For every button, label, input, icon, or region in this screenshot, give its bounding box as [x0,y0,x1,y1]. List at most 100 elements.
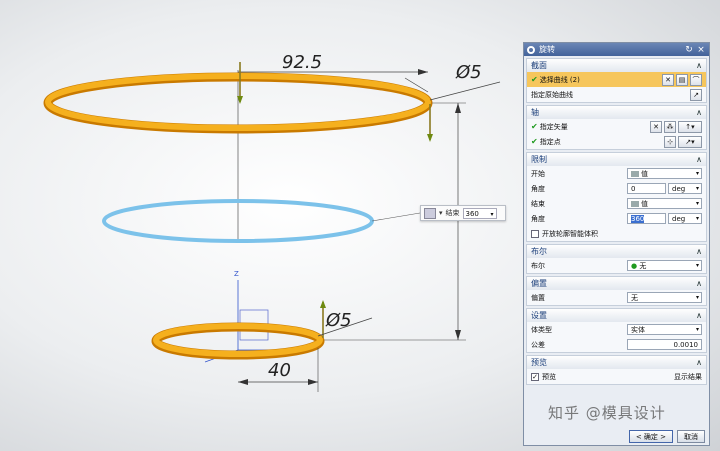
dim-large-wire[interactable]: Ø5 [455,62,482,83]
value-type-icon[interactable] [424,207,436,219]
chevron-down-icon[interactable]: ▾ [439,209,443,217]
vector-dialog-icon[interactable]: ⁂ [664,120,676,133]
point-type-dropdown[interactable]: ↗▾ [678,135,702,148]
boolean-row: 布尔 ● 无 [527,258,706,273]
offset-select[interactable]: 无 [627,292,702,303]
preview-checkbox[interactable]: ✓ [531,372,539,381]
start-type-select[interactable]: 值 [627,168,702,179]
show-result-button[interactable]: 显示结果 [674,372,702,382]
preview-label: 预览 [542,372,556,381]
end-type-value: 值 [641,200,648,208]
sketch-icon[interactable]: ▤ [676,73,688,86]
section-group: 截面 ∧ ✔ 选择曲线 (2) ✕ ▤ ⌒ 指定原始曲线 ↗ [526,58,707,103]
dialog-titlebar[interactable]: 旋转 ↻ × [524,43,709,56]
close-icon[interactable]: × [696,45,706,55]
preview-group: 预览 ∧ ✓ 预览 显示结果 [526,355,707,385]
offset-group: 偏置 ∧ 偏置 无 [526,276,707,306]
boolean-title: 布尔 [531,247,547,256]
chevron-up-icon[interactable]: ∧ [696,247,702,256]
check-icon: ✔ [531,75,538,84]
chevron-up-icon[interactable]: ∧ [696,358,702,367]
settings-header[interactable]: 设置 ∧ [527,309,706,322]
point-row[interactable]: ✔ 指定点 ⊹ ↗▾ [527,134,706,149]
preview-title: 预览 [531,358,547,367]
dialog-footer: < 确定 > 取消 [524,427,709,445]
offset-title: 偏置 [531,279,547,288]
settings-title: 设置 [531,311,547,320]
end-unit-select[interactable]: deg [668,213,702,224]
point-dialog-icon[interactable]: ⊹ [664,135,676,148]
boolean-select[interactable]: ● 无 [627,260,702,271]
handle-leader [371,212,421,222]
vector-type-dropdown[interactable]: ↑▾ [678,120,702,133]
dim-large-diameter[interactable]: 92.5 [282,52,322,73]
chevron-up-icon[interactable]: ∧ [696,108,702,117]
check-icon: ✔ [531,122,538,131]
boolean-group: 布尔 ∧ 布尔 ● 无 [526,244,707,274]
chevron-up-icon[interactable]: ∧ [696,311,702,320]
limits-header[interactable]: 限制 ∧ [527,153,706,166]
preview-header[interactable]: 预览 ∧ [527,356,706,369]
tolerance-input[interactable]: 0.0010 [627,339,702,350]
tolerance-row: 公差 0.0010 [527,337,706,352]
ok-button[interactable]: < 确定 > [628,429,673,443]
section-header[interactable]: 截面 ∧ [527,59,706,72]
offset-header[interactable]: 偏置 ∧ [527,277,706,290]
start-label: 开始 [531,169,545,178]
model-canvas[interactable]: 92.5 Ø5 Z Ø5 40 [0,0,520,451]
origin-curve-icon[interactable]: ↗ [690,88,702,101]
dialog-title: 旋转 [539,45,555,54]
offset-label: 偏置 [531,293,545,302]
reset-icon[interactable]: ↻ [684,45,694,55]
boolean-none-icon: ● [631,262,638,270]
body-type-select[interactable]: 实体 [627,324,702,335]
axis-title: 轴 [531,108,539,117]
check-icon: ✔ [531,137,538,146]
limits-title: 限制 [531,155,547,164]
end-handle-toolbar[interactable]: ▾ 结束 360 [420,205,506,221]
boolean-header[interactable]: 布尔 ∧ [527,245,706,258]
select-curve-row[interactable]: ✔ 选择曲线 (2) ✕ ▤ ⌒ [527,72,706,87]
curve-rule-icon[interactable]: ✕ [662,73,674,86]
open-profile-label: 开放轮廓智能体积 [542,229,598,238]
open-profile-checkbox[interactable] [531,229,539,238]
start-angle-input[interactable]: 0 [627,183,666,194]
dim-small-wire[interactable]: Ø5 [325,310,352,331]
reverse-icon[interactable]: ✕ [650,120,662,133]
end-label: 结束 [531,199,545,208]
end-angle-label: 角度 [531,214,545,223]
vector-row[interactable]: ✔ 指定矢量 ✕ ⁂ ↑▾ [527,119,706,134]
value-icon [631,171,639,177]
start-unit-select[interactable]: deg [668,183,702,194]
origin-curve-label: 指定原始曲线 [531,90,573,99]
vector-label: 指定矢量 [539,122,568,131]
axis-group: 轴 ∧ ✔ 指定矢量 ✕ ⁂ ↑▾ ✔ 指定点 ⊹ ↗▾ [526,105,707,150]
axis-header[interactable]: 轴 ∧ [527,106,706,119]
chevron-up-icon[interactable]: ∧ [696,61,702,70]
dim-small-length[interactable]: 40 [268,360,291,381]
offset-row: 偏置 无 [527,290,706,305]
preview-row: ✓ 预览 显示结果 [527,369,706,384]
chevron-up-icon[interactable]: ∧ [696,155,702,164]
curve-icon[interactable]: ⌒ [690,73,702,86]
select-curve-label: 选择曲线 (2) [539,75,580,84]
end-angle-input[interactable]: 360 [627,213,666,224]
dim-leader-wire [429,81,501,101]
chevron-up-icon[interactable]: ∧ [696,279,702,288]
cancel-button[interactable]: 取消 [677,429,705,443]
body-type-label: 体类型 [531,325,552,334]
origin-curve-row[interactable]: 指定原始曲线 ↗ [527,87,706,102]
tolerance-label: 公差 [531,340,545,349]
open-profile-row[interactable]: 开放轮廓智能体积 [527,226,706,241]
graphics-viewport[interactable]: 92.5 Ø5 Z Ø5 40 [0,0,520,451]
settings-group: 设置 ∧ 体类型 实体 公差 0.0010 [526,308,707,353]
end-angle-value: 360 [631,215,645,223]
gear-icon [527,45,535,54]
point-label: 指定点 [539,137,561,146]
limits-group: 限制 ∧ 开始 值 角度 0 deg 结束 值 角度 360 deg 开放轮廓智… [526,152,707,242]
boolean-label: 布尔 [531,261,545,270]
start-type-value: 值 [641,170,648,178]
end-type-select[interactable]: 值 [627,198,702,209]
watermark: 知乎 @模具设计 [548,404,666,422]
handle-end-input[interactable]: 360 [462,207,497,220]
